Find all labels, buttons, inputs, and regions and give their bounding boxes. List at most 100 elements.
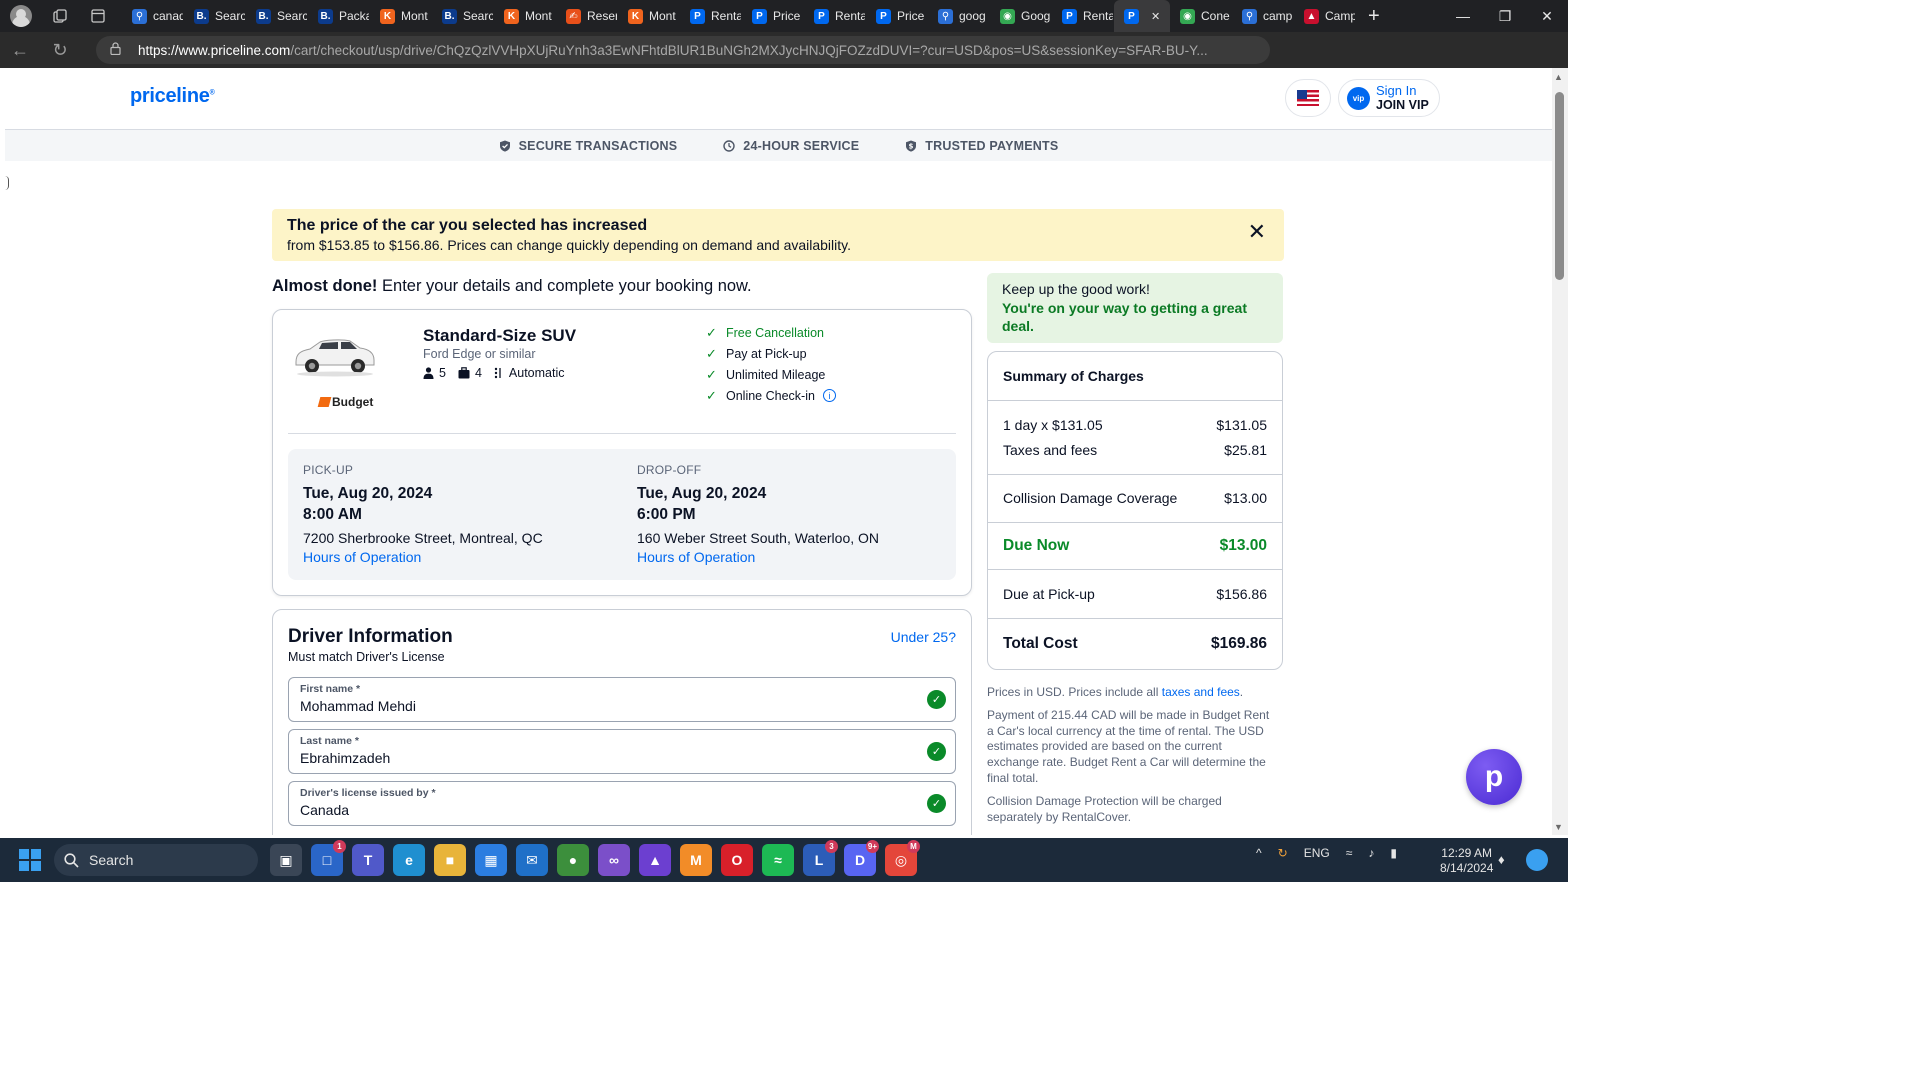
driver-section-subtitle: Must match Driver's License xyxy=(288,650,445,664)
browser-tab[interactable]: ⚲ canad xyxy=(122,0,184,32)
new-tab-icon[interactable]: + xyxy=(1356,5,1380,28)
workspaces-icon[interactable] xyxy=(50,6,70,26)
battery-icon[interactable]: ▮ xyxy=(1390,846,1397,860)
teams-icon[interactable]: T xyxy=(352,844,384,876)
priceline-logo[interactable]: priceline® xyxy=(130,85,215,108)
scroll-down-icon[interactable]: ▼ xyxy=(1554,822,1563,832)
chrome-icon[interactable]: ◎ M xyxy=(885,840,920,876)
back-icon[interactable]: ← xyxy=(0,40,40,61)
perk-unlimited-mileage: ✓ Unlimited Mileage xyxy=(706,366,826,382)
language-indicator[interactable]: ENG xyxy=(1304,846,1330,860)
browser-tab[interactable]: ⚲ goog xyxy=(928,0,990,32)
browser-tab[interactable]: B. Searc xyxy=(246,0,308,32)
browser-tab[interactable]: P ✕ xyxy=(1114,0,1170,32)
windows-start-icon[interactable] xyxy=(19,849,41,871)
browser-tab[interactable]: B. Packa xyxy=(308,0,370,32)
taxes-and-fees-link[interactable]: taxes and fees xyxy=(1162,685,1240,699)
join-vip-label: JOIN VIP xyxy=(1376,98,1429,112)
matlab-icon[interactable]: M xyxy=(680,844,712,876)
browser-tab[interactable]: K Mont xyxy=(370,0,432,32)
volume-icon[interactable]: ♪ xyxy=(1368,846,1374,860)
last-name-field[interactable]: Last name * Ebrahimzadeh ✓ xyxy=(288,729,956,774)
tab-actions-icon[interactable] xyxy=(88,6,108,26)
minimize-icon[interactable]: — xyxy=(1442,8,1484,24)
store-app-icon[interactable]: □ 1 xyxy=(311,840,346,876)
restore-icon[interactable]: ❐ xyxy=(1484,8,1526,25)
close-window-icon[interactable]: ✕ xyxy=(1526,8,1568,25)
browser-tab[interactable]: B. Searc xyxy=(184,0,246,32)
browser-tab[interactable]: ◉ Cone xyxy=(1170,0,1232,32)
pickup-hours-link[interactable]: Hours of Operation xyxy=(303,549,543,565)
browser-tab[interactable]: B. Searc xyxy=(432,0,494,32)
profile-avatar[interactable] xyxy=(10,5,32,27)
shield-check-icon xyxy=(499,140,510,152)
person-icon xyxy=(423,367,434,379)
taskbar-apps: ▣ □ 1 T e ■ ▦ ✉ ● ∞ ▲ M O ≈ L3 D 9+ ◎ M xyxy=(270,840,920,876)
l-app-icon[interactable]: L3 xyxy=(803,840,838,876)
edge-tab-handle[interactable] xyxy=(5,176,9,190)
trust-label: TRUSTED PAYMENTS xyxy=(925,138,1059,153)
pickup-time: 8:00 AM xyxy=(303,506,362,523)
browser-tab[interactable]: P Price xyxy=(866,0,928,32)
browser-tab[interactable]: P Price xyxy=(742,0,804,32)
info-icon[interactable]: i xyxy=(822,389,836,402)
file-explorer-icon[interactable]: ■ xyxy=(434,844,466,876)
currency-country-button[interactable] xyxy=(1285,79,1331,117)
browser-tab[interactable]: ◉ Goog xyxy=(990,0,1052,32)
under-25-link[interactable]: Under 25? xyxy=(891,629,956,645)
visual-studio-icon[interactable]: ∞ xyxy=(598,844,630,876)
kayak-icon: K xyxy=(504,8,519,24)
sync-icon[interactable]: ↻ xyxy=(1278,846,1288,860)
browser-tab[interactable]: ▲ Camp xyxy=(1294,0,1356,32)
field-value[interactable]: Mohammad Mehdi xyxy=(300,698,416,714)
show-hidden-icons-chevron-icon[interactable]: ^ xyxy=(1256,846,1262,860)
browser-tab[interactable]: ✍ Reser xyxy=(556,0,618,32)
valid-check-icon: ✓ xyxy=(927,742,946,761)
browser-tab[interactable]: P Renta xyxy=(1052,0,1114,32)
close-icon[interactable]: ✕ xyxy=(1248,219,1266,245)
first-name-field[interactable]: First name * Mohammad Mehdi ✓ xyxy=(288,677,956,722)
vpn-shield-icon[interactable]: ▲ xyxy=(639,844,671,876)
field-value[interactable]: Canada xyxy=(300,802,349,818)
close-tab-icon[interactable]: ✕ xyxy=(1151,10,1160,23)
maps-icon: ◉ xyxy=(1180,8,1195,24)
clock-time: 12:29 AM xyxy=(1441,846,1492,860)
coverage-row: Collision Damage Coverage $13.00 xyxy=(1003,490,1267,506)
wifi-icon[interactable]: ≈ xyxy=(1346,846,1353,860)
dropoff-hours-link[interactable]: Hours of Operation xyxy=(637,549,879,565)
copilot-taskbar-icon[interactable] xyxy=(1526,849,1548,871)
notification-bell-icon[interactable]: ♦ xyxy=(1498,852,1505,867)
browser-tab[interactable]: ⚲ camp xyxy=(1232,0,1294,32)
discord-icon[interactable]: D 9+ xyxy=(844,840,879,876)
scroll-up-icon[interactable]: ▲ xyxy=(1554,72,1563,82)
opera-icon[interactable]: O xyxy=(721,844,753,876)
url-bar[interactable]: https://www.priceline.com/cart/checkout/… xyxy=(96,36,1270,64)
edge-browser-icon[interactable]: e xyxy=(393,844,425,876)
task-view-icon[interactable]: ▣ xyxy=(270,844,302,876)
tab-title: camp xyxy=(1263,9,1293,23)
microsoft-store-icon[interactable]: ▦ xyxy=(475,844,507,876)
scrollbar-thumb[interactable] xyxy=(1555,92,1564,280)
car-summary-card: Budget Standard-Size SUV Ford Edge or si… xyxy=(272,309,972,596)
tab-title: Mont xyxy=(401,9,428,23)
field-value[interactable]: Ebrahimzadeh xyxy=(300,750,390,766)
assistant-chat-button[interactable]: p xyxy=(1466,749,1522,805)
suitcase-icon xyxy=(458,367,470,379)
license-country-field[interactable]: Driver's license issued by * Canada ✓ xyxy=(288,781,956,826)
intro-bold: Almost done! xyxy=(272,277,378,295)
spotify-icon[interactable]: ≈ xyxy=(762,844,794,876)
refresh-icon[interactable]: ↻ xyxy=(40,40,80,61)
browser-tab[interactable]: P Renta xyxy=(804,0,866,32)
dropoff-time: 6:00 PM xyxy=(637,506,696,523)
checkmark-icon: ✓ xyxy=(706,387,717,403)
sign-in-button[interactable]: vip Sign In JOIN VIP xyxy=(1338,79,1440,117)
taskbar-clock[interactable]: 12:29 AM 8/14/2024 xyxy=(1440,846,1493,876)
browser-tab[interactable]: P Renta xyxy=(680,0,742,32)
mail-icon[interactable]: ✉ xyxy=(516,844,548,876)
maps-app-icon[interactable]: ● xyxy=(557,844,589,876)
kayak-icon: K xyxy=(628,8,643,24)
browser-tab[interactable]: K Mont xyxy=(494,0,556,32)
browser-tab[interactable]: K Mont xyxy=(618,0,680,32)
bags-spec: 4 xyxy=(458,366,482,380)
taskbar-search[interactable]: Search xyxy=(54,844,258,876)
